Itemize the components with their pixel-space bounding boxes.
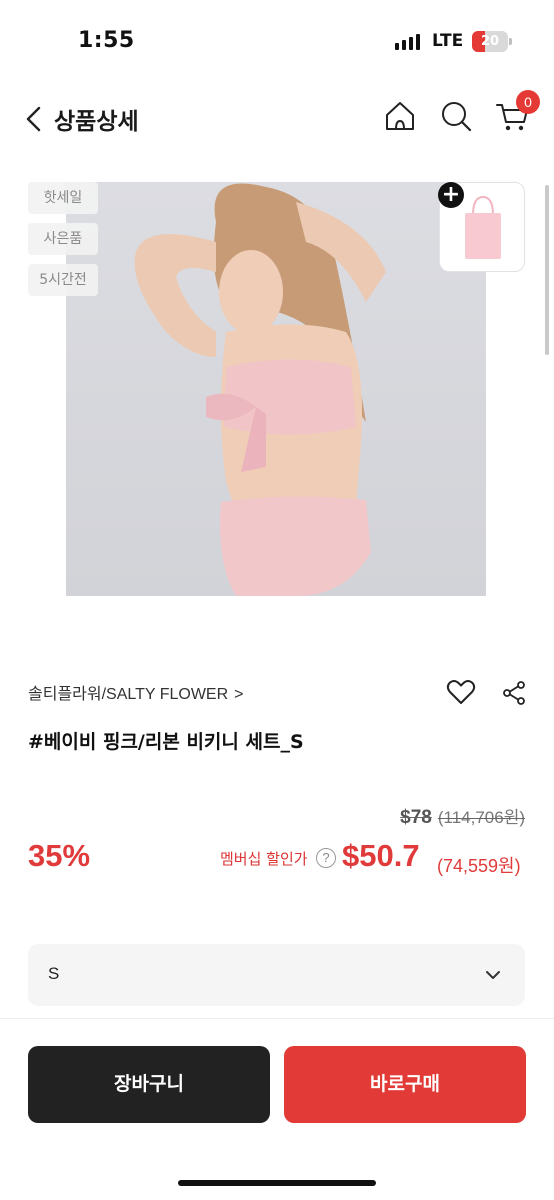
member-price-label: 멤버십 할인가 bbox=[220, 850, 308, 868]
product-name: #베이비 핑크/리본 비키니 세트_S bbox=[28, 731, 304, 753]
product-photo-illustration bbox=[134, 183, 386, 596]
discount-rate: 35% bbox=[28, 838, 91, 873]
search-icon[interactable] bbox=[438, 98, 474, 134]
help-icon[interactable]: ? bbox=[316, 848, 336, 868]
add-to-cart-button[interactable]: 장바구니 bbox=[28, 1046, 270, 1123]
battery-level: 20 bbox=[480, 34, 500, 49]
status-time: 1:55 bbox=[78, 28, 135, 53]
original-price-krw: (114,706원) bbox=[437, 808, 525, 827]
status-bar: 1:55 LTE 20 bbox=[0, 0, 554, 80]
option-selected-value: S bbox=[48, 964, 60, 983]
divider bbox=[0, 1018, 554, 1019]
share-icon[interactable] bbox=[502, 680, 526, 706]
scroll-indicator bbox=[545, 185, 549, 355]
chevron-down-icon bbox=[486, 971, 500, 979]
signal-icon bbox=[395, 34, 420, 50]
top-navigation: 상품상세 0 bbox=[0, 90, 554, 146]
page-title: 상품상세 bbox=[54, 109, 139, 135]
home-icon[interactable] bbox=[382, 98, 418, 134]
sale-price-usd: $50.7 bbox=[342, 838, 420, 873]
battery-nub bbox=[509, 38, 512, 45]
add-gift-icon[interactable]: + bbox=[438, 182, 464, 208]
sale-price-krw: (74,559원) bbox=[437, 856, 521, 876]
battery-icon: 20 bbox=[472, 31, 508, 52]
cart-count-badge: 0 bbox=[516, 90, 540, 114]
badge-hot-sale: 핫세일 bbox=[28, 182, 98, 214]
brand-link[interactable]: 솔티플라워/SALTY FLOWER > bbox=[28, 680, 244, 704]
brand-name: 솔티플라워/SALTY FLOWER bbox=[28, 686, 229, 703]
original-price-usd: $78 bbox=[400, 807, 432, 828]
back-button[interactable] bbox=[22, 104, 48, 134]
product-image[interactable] bbox=[66, 182, 486, 596]
network-label: LTE bbox=[432, 31, 464, 51]
product-badges: 핫세일 사은품 5시간전 bbox=[28, 182, 98, 305]
buy-now-button[interactable]: 바로구매 bbox=[284, 1046, 526, 1123]
chevron-right-icon: > bbox=[234, 686, 244, 703]
option-select[interactable]: S bbox=[28, 944, 525, 1006]
badge-time: 5시간전 bbox=[28, 264, 98, 296]
heart-icon[interactable] bbox=[446, 678, 476, 706]
badge-gift: 사은품 bbox=[28, 223, 98, 255]
home-indicator bbox=[178, 1180, 376, 1186]
original-price: $78 (114,706원) bbox=[400, 803, 525, 829]
